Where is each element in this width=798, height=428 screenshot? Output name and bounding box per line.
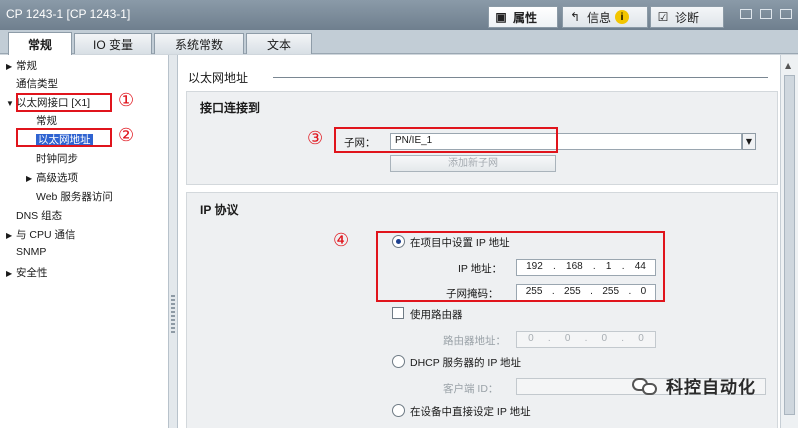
property-tab-bar: 常规 IO 变量 系统常数 文本 [0,30,798,55]
tab-system-constants[interactable]: 系统常数 [154,33,244,54]
inspector-title-bar: CP 1243-1 [CP 1243-1] ▣ 属性 ↰ 信息 i ☑ 诊断 [0,0,798,30]
annotation-number-3: ③ [307,128,324,149]
router-address-label: 路由器地址： [443,335,506,347]
annotation-box-3 [334,127,558,153]
scroll-up-icon[interactable]: ▲ [785,61,791,70]
expand-arrow-icon[interactable]: ▶ [6,62,16,71]
restore-icon[interactable] [740,9,752,19]
nav-item-comm-type[interactable]: 通信类型 [16,76,58,91]
properties-icon: ▣ [495,10,507,24]
watermark-text: 科控自动化 [666,378,756,398]
expand-arrow-icon[interactable]: ▶ [6,231,16,240]
nav-item-interface-general[interactable]: 常规 [36,113,57,128]
pane-splitter[interactable] [168,55,178,428]
annotation-number-4: ④ [333,230,350,251]
vertical-scrollbar[interactable]: ▲ [780,55,798,428]
nav-item-advanced[interactable]: ▶ 高级选项 [26,170,78,185]
minimize-icon[interactable] [760,9,772,19]
nav-item-dns[interactable]: DNS 组态 [16,208,62,223]
tab-properties[interactable]: ▣ 属性 [488,6,558,28]
nav-item-snmp[interactable]: SNMP [16,246,46,258]
watermark: 科控自动化 [632,373,756,398]
nav-item-time-sync[interactable]: 时钟同步 [36,151,78,166]
radio-dhcp[interactable] [392,355,405,368]
nav-item-general[interactable]: ▶ 常规 [6,58,37,73]
router-address-field[interactable]: 0. 0. 0. 0 [516,331,656,348]
chevron-down-icon[interactable]: ▼ [742,133,756,150]
use-router-checkbox[interactable] [392,307,404,319]
expand-arrow-icon[interactable]: ▶ [26,174,36,183]
collapse-arrow-icon[interactable]: ▼ [6,99,16,108]
info-icon: i [615,10,630,24]
tab-general[interactable]: 常规 [8,32,72,55]
set-on-device-label: 在设备中直接设定 IP 地址 [410,406,531,418]
radio-set-on-device[interactable] [392,404,405,417]
splitter-grip[interactable] [171,295,175,335]
tab-diagnostics[interactable]: ☑ 诊断 [650,6,724,28]
tab-io-tags[interactable]: IO 变量 [74,33,152,54]
tab-info[interactable]: ↰ 信息 i [562,6,648,28]
diagnostics-icon: ☑ [657,10,669,24]
expand-arrow-icon[interactable]: ▶ [6,269,16,278]
client-id-label: 客户端 ID： [443,383,499,395]
interface-title: 接口连接到 [200,101,261,115]
maximize-icon[interactable] [780,9,792,19]
window-title: CP 1243-1 [CP 1243-1] [6,7,131,21]
info-arrow-icon: ↰ [569,10,581,24]
annotation-box-4 [376,231,665,302]
dhcp-label: DHCP 服务器的 IP 地址 [410,357,522,369]
scroll-thumb[interactable] [784,75,795,415]
ip-protocol-title: IP 协议 [200,203,239,217]
use-router-label: 使用路由器 [410,309,463,321]
window-controls [740,9,792,19]
annotation-number-2: ② [118,125,135,146]
nav-item-web-server[interactable]: Web 服务器访问 [36,189,113,204]
section-divider [273,77,768,78]
nav-item-cpu-comm[interactable]: ▶ 与 CPU 通信 [6,227,76,242]
annotation-number-1: ① [118,90,135,111]
tab-texts[interactable]: 文本 [246,33,312,54]
annotation-box-1 [16,93,112,112]
annotation-box-2 [16,128,112,147]
section-title: 以太网地址 [188,71,249,85]
nav-item-security[interactable]: ▶ 安全性 [6,265,48,280]
chat-bubble-icon [632,375,658,397]
add-subnet-button[interactable]: 添加新子网 [390,155,556,172]
